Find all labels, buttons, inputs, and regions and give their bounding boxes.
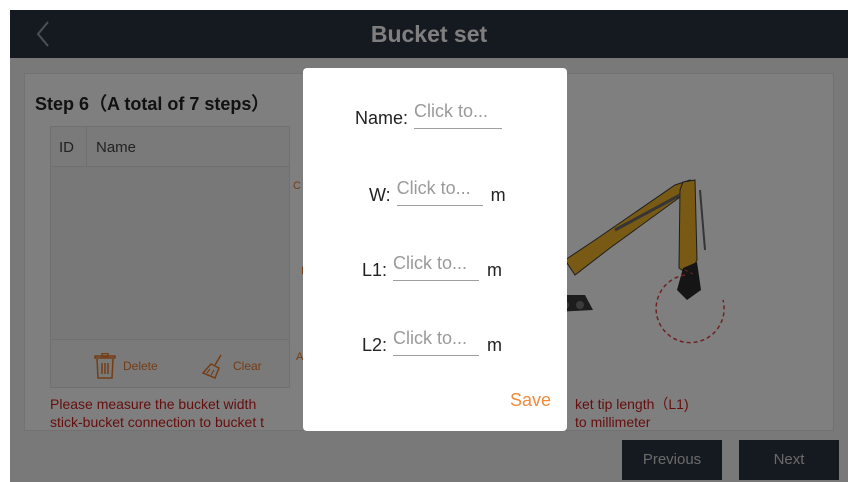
bucket-parameters-dialog: Name: W: m L1: m L2: m Save [303,68,567,431]
name-label: Name: [355,108,409,128]
l1-label: L1: [362,260,388,280]
l2-unit: m [487,335,503,355]
save-button[interactable]: Save [510,390,551,411]
width-row: W: m [369,178,506,206]
w-unit: m [490,185,506,205]
l2-input[interactable] [393,328,480,356]
l1-unit: m [487,260,503,280]
l1-row: L1: m [362,253,502,281]
name-row: Name: [355,101,503,129]
l2-row: L2: m [362,328,502,356]
w-label: W: [369,185,391,205]
l2-label: L2: [362,335,388,355]
l1-input[interactable] [393,253,480,281]
name-input[interactable] [414,101,503,129]
w-input[interactable] [396,178,483,206]
